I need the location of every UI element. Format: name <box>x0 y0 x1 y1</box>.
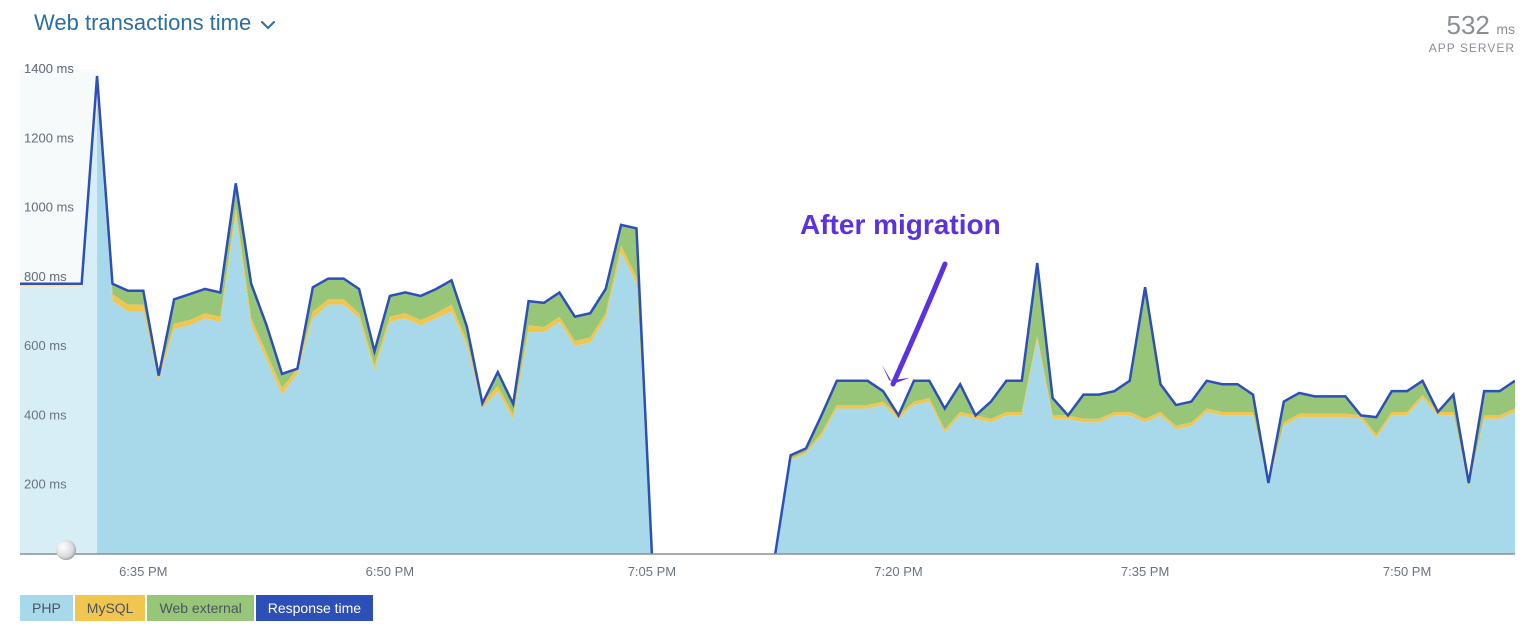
svg-text:1400 ms: 1400 ms <box>24 61 74 76</box>
metric-label: APP SERVER <box>1429 41 1515 55</box>
svg-text:7:20 PM: 7:20 PM <box>874 564 922 579</box>
annotation-arrow-icon <box>875 254 975 414</box>
svg-text:400 ms: 400 ms <box>24 407 67 422</box>
metric-unit: ms <box>1496 21 1515 37</box>
svg-text:7:05 PM: 7:05 PM <box>628 564 676 579</box>
app-server-metric: 532 ms APP SERVER <box>1429 10 1515 55</box>
chart-svg: 200 ms 400 ms 600 ms 800 ms 1000 ms 1200 ms 14… <box>20 59 1515 589</box>
svg-text:1200 ms: 1200 ms <box>24 130 74 145</box>
chart-title-dropdown[interactable]: Web transactions time <box>20 10 275 36</box>
legend-item-php[interactable]: PHP <box>20 595 73 621</box>
metric-value: 532 <box>1446 10 1489 40</box>
svg-text:7:50 PM: 7:50 PM <box>1383 564 1431 579</box>
legend: PHP MySQL Web external Response time <box>20 595 1515 621</box>
legend-item-resp[interactable]: Response time <box>256 595 373 621</box>
svg-text:1000 ms: 1000 ms <box>24 200 74 215</box>
chart-area[interactable]: 200 ms 400 ms 600 ms 800 ms 1000 ms 1200 ms 14… <box>20 59 1515 589</box>
svg-text:6:50 PM: 6:50 PM <box>366 564 414 579</box>
svg-text:600 ms: 600 ms <box>24 338 67 353</box>
svg-text:6:35 PM: 6:35 PM <box>119 564 167 579</box>
chevron-down-icon <box>261 10 275 36</box>
time-slider-handle[interactable] <box>56 540 76 560</box>
chart-title: Web transactions time <box>34 10 251 36</box>
legend-item-mysql[interactable]: MySQL <box>75 595 146 621</box>
svg-text:7:35 PM: 7:35 PM <box>1121 564 1169 579</box>
svg-text:200 ms: 200 ms <box>24 477 67 492</box>
legend-item-ext[interactable]: Web external <box>147 595 253 621</box>
svg-text:800 ms: 800 ms <box>24 269 67 284</box>
